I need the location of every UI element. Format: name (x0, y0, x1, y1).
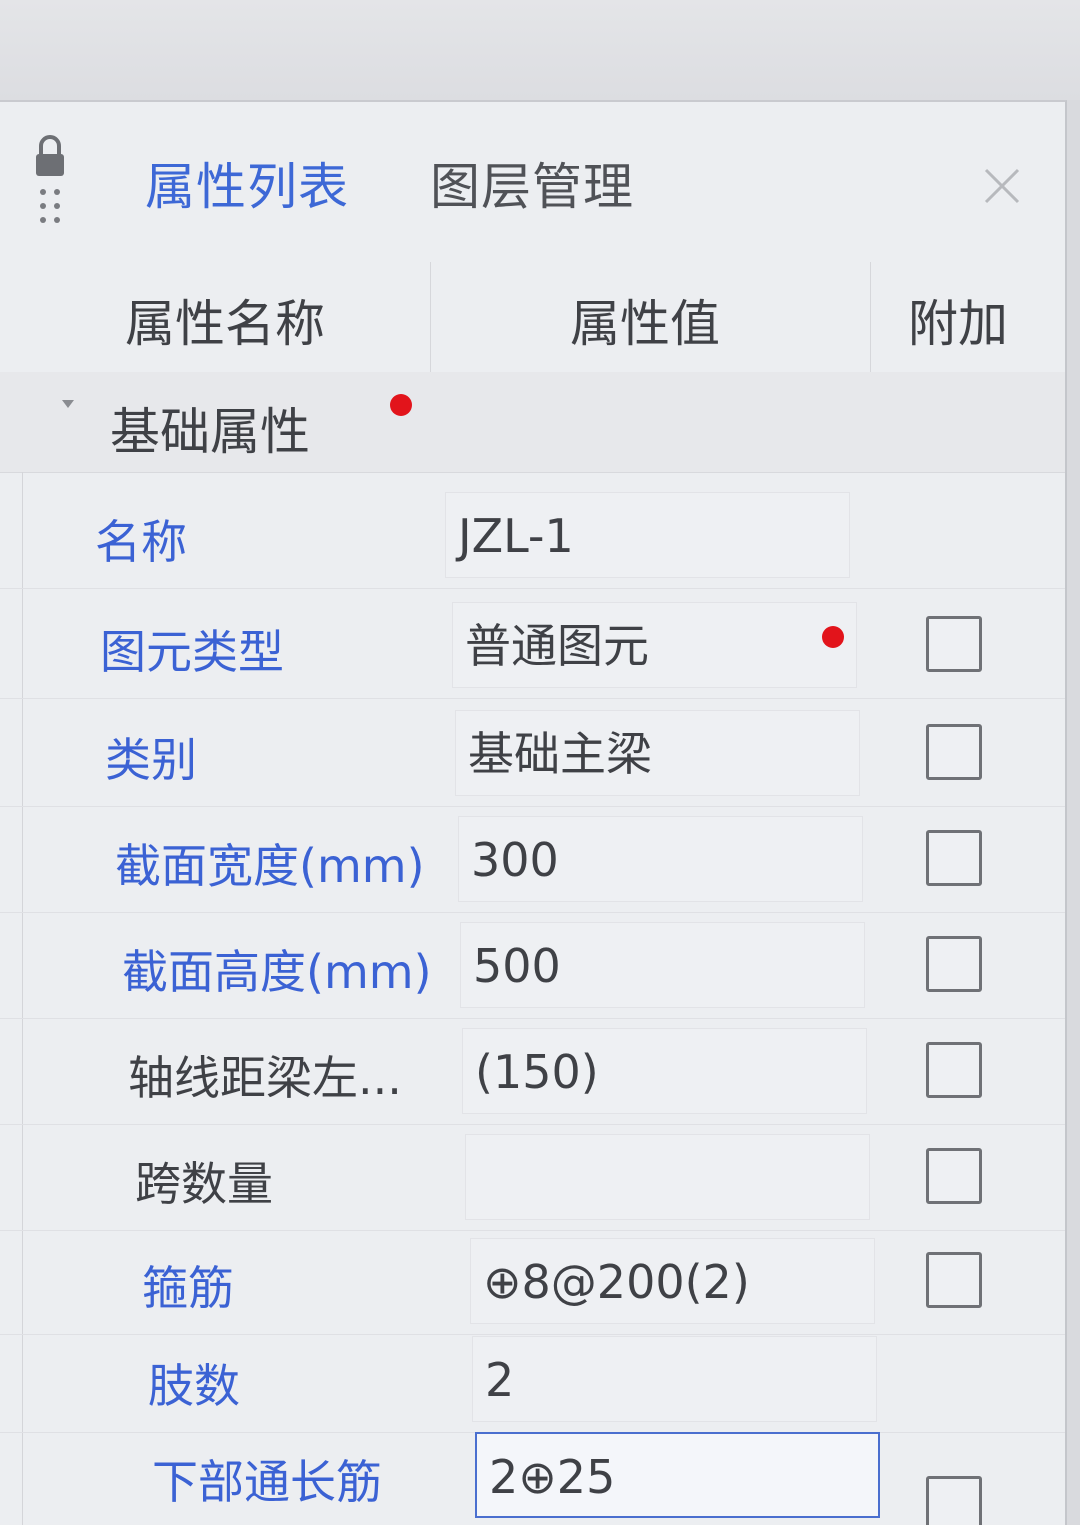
property-name: 轴线距梁左... (128, 1051, 402, 1105)
property-row: 跨数量 (0, 1126, 1065, 1231)
extra-checkbox[interactable] (926, 616, 982, 672)
property-name: 截面高度(mm) (122, 945, 432, 999)
property-value[interactable]: 普通图元 (452, 602, 857, 688)
property-name: 名称 (95, 515, 187, 569)
extra-checkbox[interactable] (926, 830, 982, 886)
group-label: 基础属性 (110, 403, 310, 461)
column-header-name: 属性名称 (125, 295, 325, 353)
extra-checkbox[interactable] (926, 1148, 982, 1204)
tab-layer-management[interactable]: 图层管理 (430, 152, 634, 222)
close-icon[interactable] (980, 164, 1024, 208)
property-value[interactable]: 300 (458, 816, 863, 902)
extra-checkbox[interactable] (926, 936, 982, 992)
window-background (0, 0, 1080, 100)
property-name: 图元类型 (100, 625, 284, 679)
property-value[interactable]: (150) (462, 1028, 867, 1114)
property-panel: 属性列表 图层管理 属性名称 属性值 附加 基础属性 名称 JZL-1 图元类型… (0, 100, 1067, 1525)
property-row: 截面宽度(mm) 300 (0, 808, 1065, 913)
property-row: 类别 基础主梁 (0, 702, 1065, 807)
property-row: 下部通长筋 2⊕25 (0, 1424, 1065, 1525)
extra-checkbox[interactable] (926, 724, 982, 780)
property-name: 下部通长筋 (152, 1455, 382, 1509)
property-name: 箍筋 (142, 1261, 234, 1315)
property-row: 名称 JZL-1 (0, 484, 1065, 589)
column-divider (430, 262, 431, 372)
property-value[interactable]: 2 (472, 1336, 877, 1422)
extra-checkbox[interactable] (926, 1476, 982, 1525)
property-row: 箍筋 ⊕8@200(2) (0, 1230, 1065, 1335)
property-name: 截面宽度(mm) (115, 839, 425, 893)
collapse-arrow-icon[interactable] (62, 400, 74, 408)
extra-checkbox[interactable] (926, 1252, 982, 1308)
column-header-row: 属性名称 属性值 附加 (0, 262, 1065, 373)
property-row: 轴线距梁左... (150) (0, 1020, 1065, 1125)
column-header-extra: 附加 (908, 295, 1008, 353)
property-name: 肢数 (148, 1359, 240, 1413)
property-row: 截面高度(mm) 500 (0, 914, 1065, 1019)
property-row: 肢数 2 (0, 1328, 1065, 1433)
group-row-basic[interactable]: 基础属性 (0, 372, 1065, 473)
required-dot (390, 394, 412, 416)
property-value-input[interactable]: 2⊕25 (475, 1432, 880, 1518)
property-value[interactable] (465, 1134, 870, 1220)
property-value[interactable]: JZL-1 (445, 492, 850, 578)
property-name: 跨数量 (135, 1157, 273, 1211)
tab-property-list[interactable]: 属性列表 (145, 152, 349, 222)
column-divider (870, 262, 871, 372)
property-value[interactable]: 500 (460, 922, 865, 1008)
panel-header: 属性列表 图层管理 (0, 102, 1065, 262)
extra-checkbox[interactable] (926, 1042, 982, 1098)
required-dot (822, 626, 844, 648)
column-header-value: 属性值 (570, 295, 720, 353)
property-row: 图元类型 普通图元 (0, 594, 1065, 699)
drag-handle-icon (40, 189, 60, 223)
property-value[interactable]: 基础主梁 (455, 710, 860, 796)
property-value[interactable]: ⊕8@200(2) (470, 1238, 875, 1324)
lock-icon[interactable] (30, 132, 70, 242)
property-name: 类别 (105, 733, 197, 787)
